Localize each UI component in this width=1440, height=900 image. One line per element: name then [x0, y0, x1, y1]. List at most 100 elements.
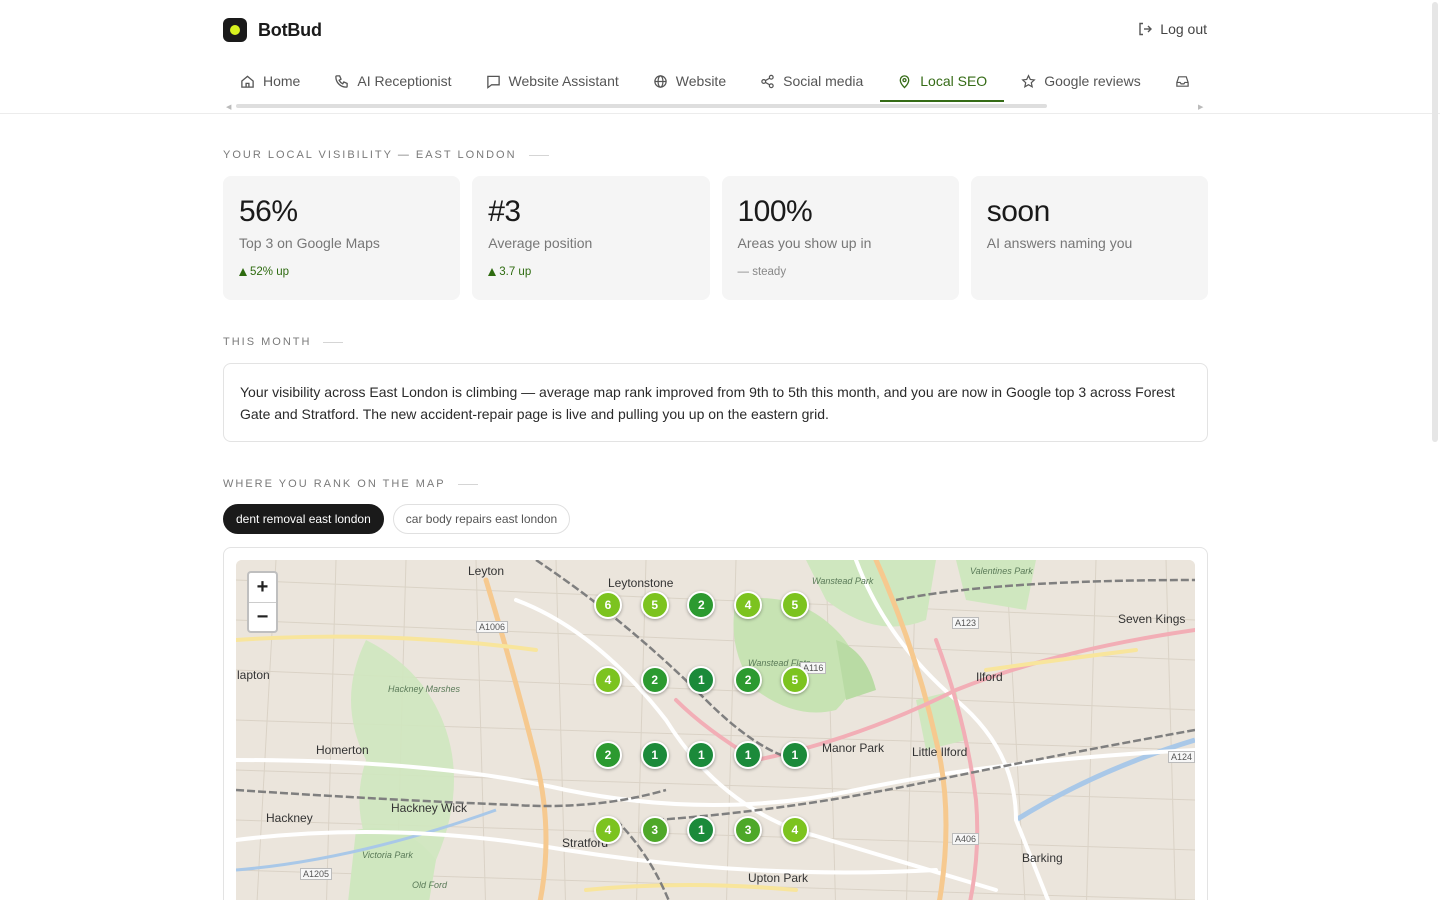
- map-section-title: WHERE YOU RANK ON THE MAP: [223, 478, 446, 490]
- nav-google-reviews-label: Google reviews: [1044, 73, 1141, 89]
- place-label: Homerton: [316, 743, 369, 757]
- inbox-icon: [1175, 75, 1189, 87]
- rank-pin[interactable]: 4: [594, 816, 622, 844]
- stat-value: soon: [986, 195, 1051, 228]
- rank-pin[interactable]: 3: [640, 816, 669, 844]
- park-label: Hackney Marshes: [388, 684, 461, 694]
- rank-pin[interactable]: 1: [640, 741, 669, 769]
- nav-website-label: Website: [675, 73, 727, 89]
- rank-pin[interactable]: 2: [640, 666, 669, 694]
- stat-card-average-position: #3 Average position 3.7 up: [472, 176, 710, 300]
- road-label: A124: [1168, 751, 1195, 763]
- keyword-chip-car-body-repairs[interactable]: car body repairs east london: [392, 504, 571, 534]
- place-label: Seven Kings: [1118, 612, 1186, 626]
- nav-website[interactable]: Website: [636, 62, 743, 102]
- share-icon: [761, 74, 774, 88]
- zoom-in-button[interactable]: +: [249, 573, 276, 602]
- rank-pin[interactable]: 4: [780, 816, 809, 844]
- nav-local-seo[interactable]: Local SEO: [880, 62, 1005, 102]
- nav-home-label: Home: [263, 73, 301, 89]
- logout-button[interactable]: Log out: [1137, 21, 1207, 37]
- monthly-summary: Your visibility across East London is cl…: [223, 363, 1208, 442]
- rank-pin[interactable]: 4: [594, 666, 622, 694]
- stat-delta-text: — steady: [737, 266, 787, 278]
- brand-logo-icon: [223, 18, 247, 42]
- nav-ai-receptionist-label: AI Receptionist: [357, 73, 452, 89]
- trend-up-icon: [239, 268, 247, 276]
- rank-pin[interactable]: 6: [594, 591, 622, 619]
- stat-delta: — steady: [738, 266, 787, 278]
- place-label: Upton Park: [748, 871, 809, 885]
- stat-delta-text: 52% up: [250, 266, 290, 278]
- park-label: Victoria Park: [362, 850, 413, 860]
- star-icon: [1021, 73, 1036, 88]
- stat-card-top3: 56% Top 3 on Google Maps 52% up: [223, 176, 461, 300]
- nav-inbox[interactable]: [1158, 62, 1207, 102]
- place-label: Hackney: [266, 811, 313, 825]
- place-label: Leyton: [468, 564, 505, 578]
- home-icon: [241, 74, 254, 88]
- visibility-section-title: YOUR LOCAL VISIBILITY — EAST LONDON: [223, 149, 517, 161]
- road-label: A406: [952, 833, 980, 845]
- rank-pin[interactable]: 5: [780, 591, 809, 619]
- nav-google-reviews[interactable]: Google reviews: [1004, 62, 1158, 102]
- keyword-chips: dent removal east london car body repair…: [223, 504, 571, 534]
- nav-website-assistant[interactable]: Website Assistant: [469, 62, 636, 102]
- page-scrollbar[interactable]: [1432, 2, 1438, 442]
- brand-name: BotBud: [258, 19, 322, 40]
- globe-icon: [654, 74, 667, 88]
- nav-social-media[interactable]: Social media: [743, 62, 880, 102]
- map-section-label: WHERE YOU RANK ON THE MAP: [223, 478, 478, 490]
- park-label: Wanstead Park: [812, 576, 874, 586]
- place-label: Barking: [1022, 851, 1063, 865]
- rank-pin[interactable]: 1: [734, 741, 763, 769]
- road-label: A123: [952, 617, 980, 629]
- place-label: lapton: [237, 668, 270, 682]
- rank-pin[interactable]: 1: [780, 741, 809, 769]
- stat-value: 100%: [737, 195, 813, 228]
- rank-pin[interactable]: 2: [734, 666, 763, 694]
- place-label: Ilford: [976, 670, 1003, 684]
- park-label: Old Ford: [412, 880, 448, 890]
- place-label: Hackney Wick: [391, 801, 468, 815]
- rank-pin[interactable]: 5: [780, 666, 809, 694]
- nav-website-assistant-label: Website Assistant: [508, 73, 619, 89]
- road-label: A1006: [476, 621, 509, 633]
- rank-pin[interactable]: 2: [594, 741, 622, 769]
- stat-card-ai-answers: soon AI answers naming you: [970, 176, 1208, 300]
- logout-icon: [1139, 22, 1153, 36]
- road-label: A1205: [300, 868, 333, 880]
- zoom-out-button[interactable]: −: [249, 602, 276, 631]
- month-section-label: THIS MONTH: [223, 336, 344, 348]
- top-header: BotBud Log out Home AI Receptionist Webs…: [0, 0, 1440, 114]
- stat-label: Average position: [488, 235, 593, 251]
- trend-up-icon: [488, 268, 497, 276]
- rank-pin[interactable]: 4: [734, 591, 763, 619]
- phone-icon: [335, 74, 349, 88]
- place-label: Manor Park: [822, 741, 885, 755]
- stat-delta: 3.7 up: [488, 266, 531, 278]
- map-card: Leyton Leytonstone Seven Kings Ilford Ma…: [223, 547, 1208, 900]
- park-label: Valentines Park: [970, 566, 1033, 576]
- chat-icon: [486, 75, 500, 89]
- rank-pin[interactable]: 3: [734, 816, 763, 844]
- nav-scroll-left-icon[interactable]: ◀: [226, 103, 231, 111]
- rank-pin[interactable]: 5: [640, 591, 669, 619]
- stat-label: AI answers naming you: [986, 235, 1133, 251]
- nav-social-media-label: Social media: [783, 73, 864, 89]
- stat-label: Areas you show up in: [737, 235, 872, 251]
- brand[interactable]: BotBud: [223, 18, 322, 42]
- nav-scrollbar[interactable]: [236, 104, 1047, 108]
- map-pin-icon: [899, 74, 910, 89]
- visibility-section-label: YOUR LOCAL VISIBILITY — EAST LONDON: [223, 149, 549, 161]
- rank-map[interactable]: Leyton Leytonstone Seven Kings Ilford Ma…: [236, 560, 1195, 900]
- place-label: Leytonstone: [608, 576, 674, 590]
- nav-home[interactable]: Home: [223, 62, 317, 102]
- nav-ai-receptionist[interactable]: AI Receptionist: [317, 62, 468, 102]
- stat-value: 56%: [239, 195, 298, 228]
- keyword-chip-dent-removal[interactable]: dent removal east london: [223, 504, 384, 534]
- nav-local-seo-label: Local SEO: [920, 73, 988, 89]
- stat-label: Top 3 on Google Maps: [239, 235, 380, 251]
- stat-card-areas: 100% Areas you show up in — steady: [721, 176, 959, 300]
- nav-scroll-right-icon[interactable]: ▶: [1198, 103, 1203, 111]
